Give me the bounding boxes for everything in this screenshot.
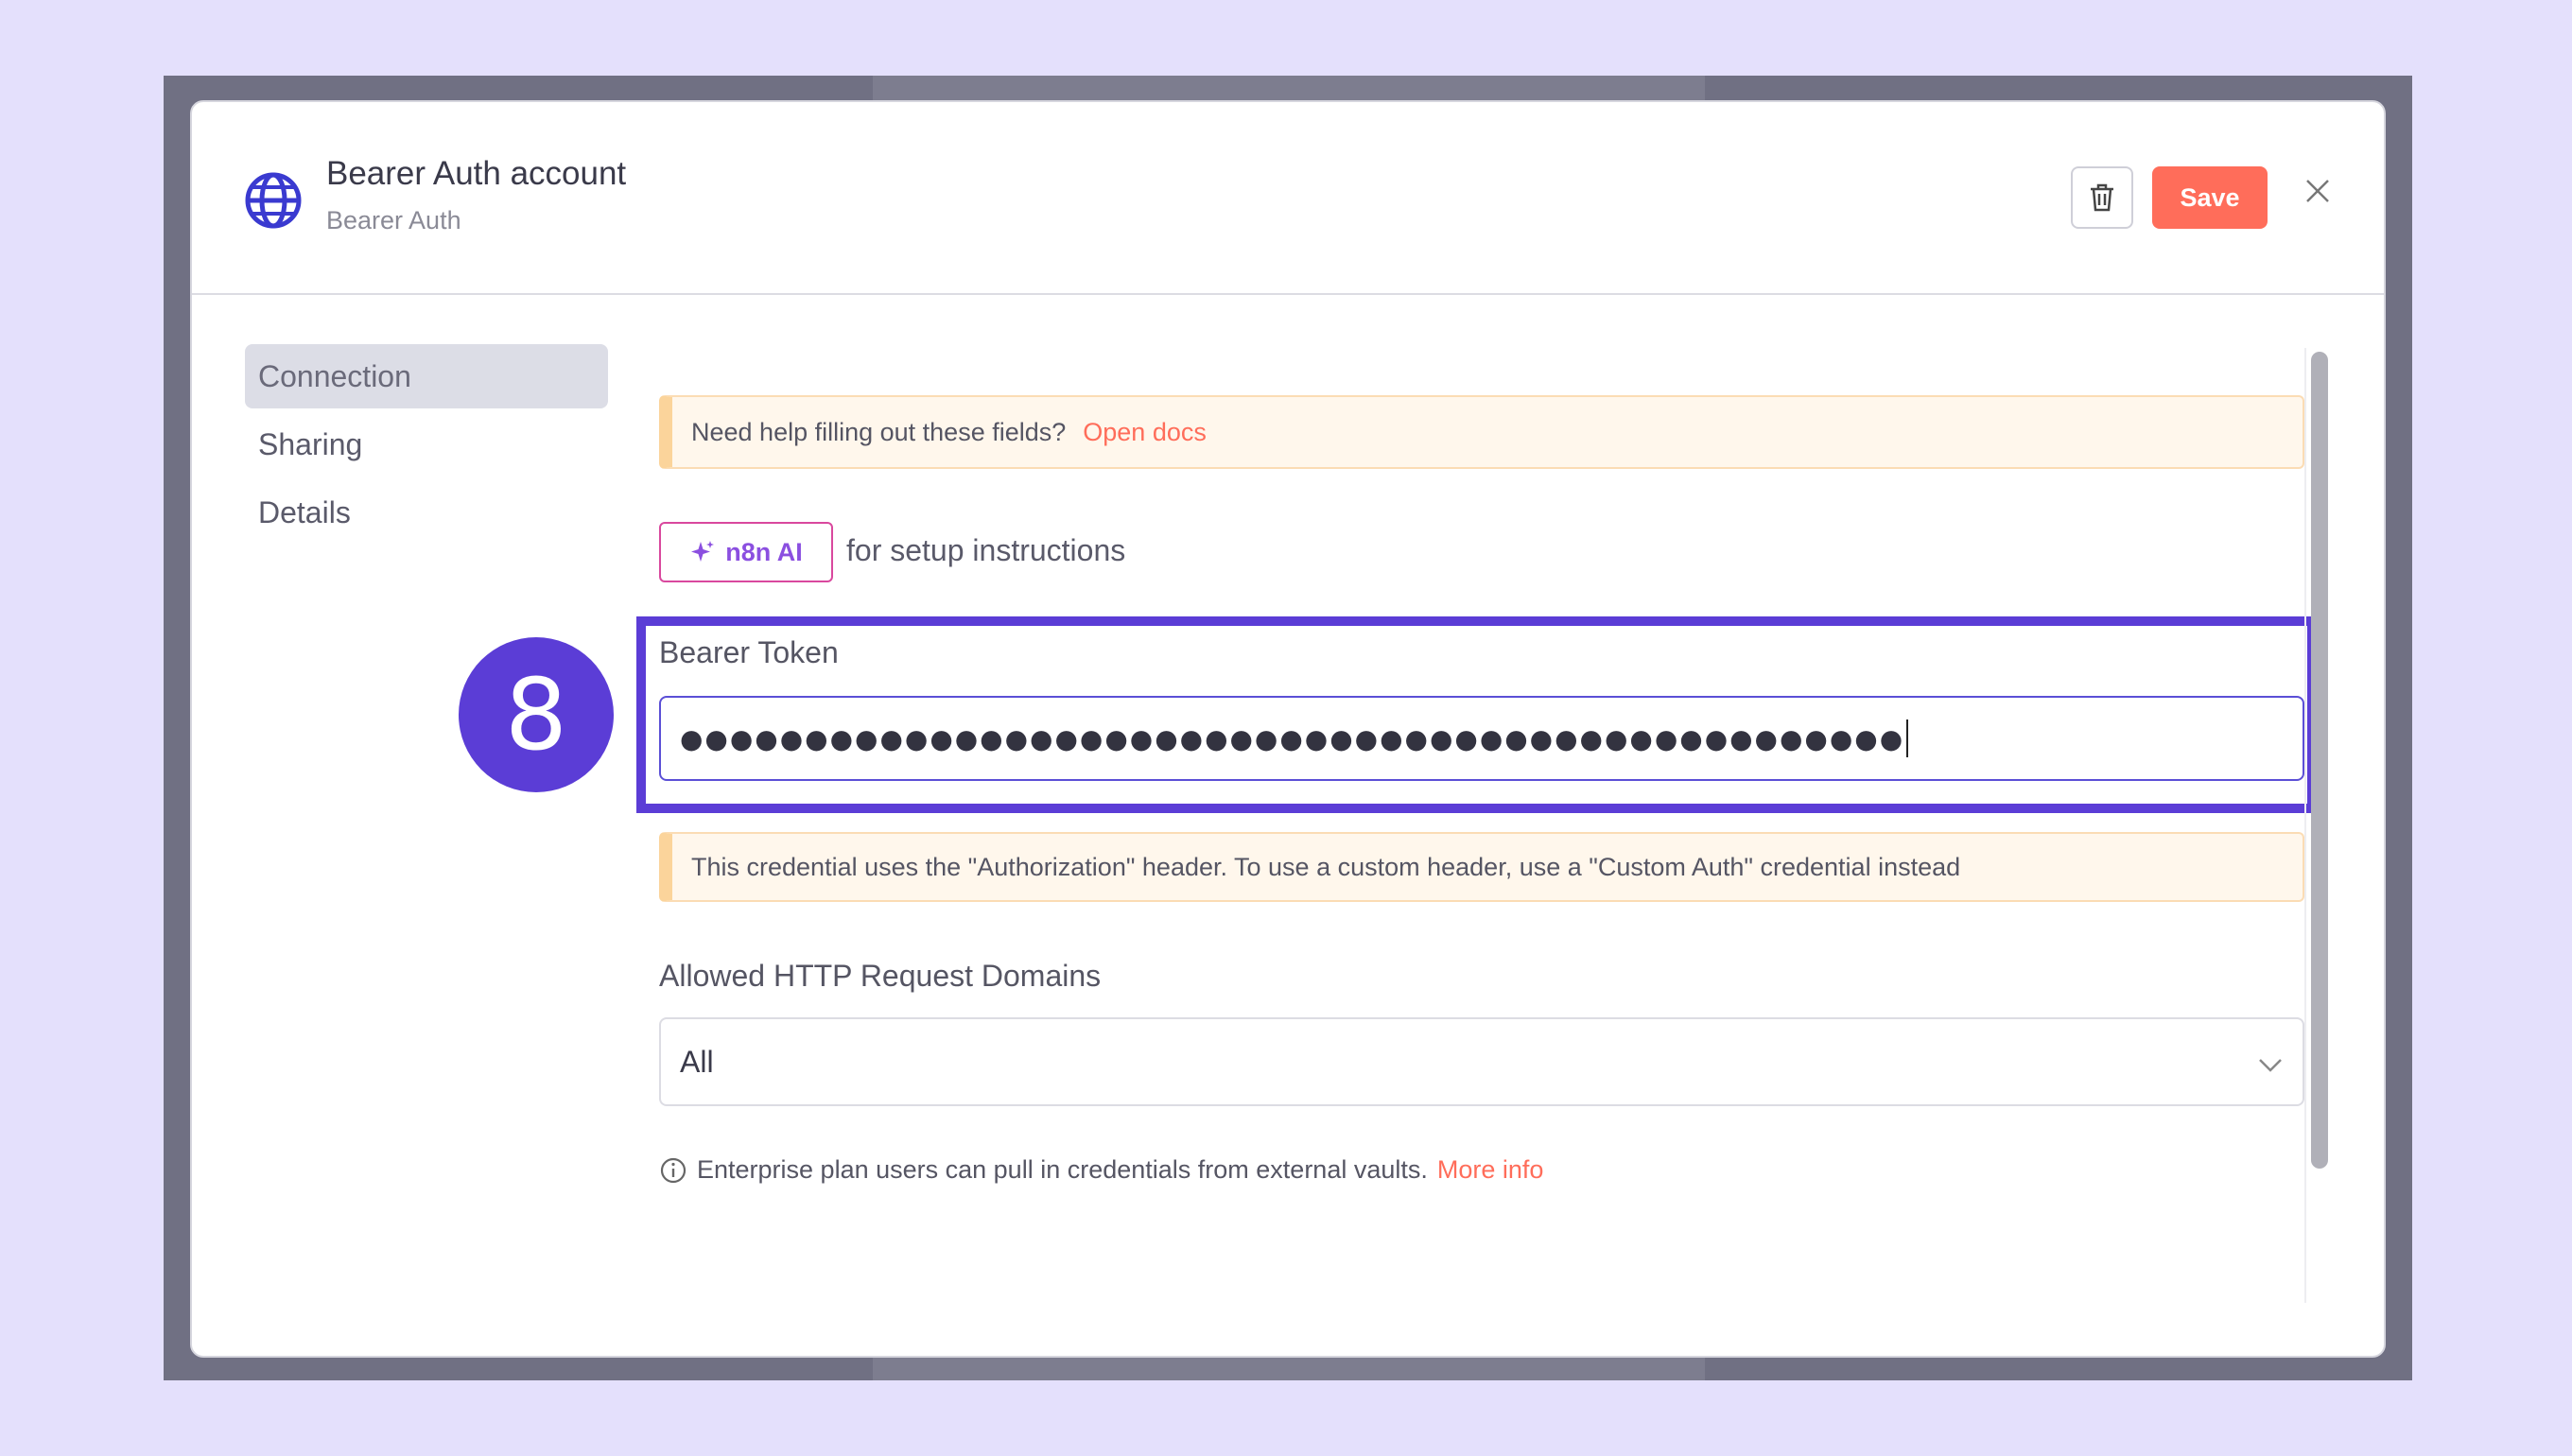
step-badge: 8 (459, 637, 614, 792)
sidebar-item-details[interactable]: Details (245, 480, 608, 545)
delete-button[interactable] (2071, 166, 2133, 229)
chevron-down-icon (2259, 1059, 2282, 1072)
close-button[interactable] (2297, 170, 2338, 212)
sparkle-icon (691, 541, 715, 562)
sidebar-item-sharing[interactable]: Sharing (245, 412, 608, 477)
help-notice: Need help filling out these fields? Open… (659, 395, 2304, 469)
globe-icon (245, 172, 302, 229)
help-notice-text: Need help filling out these fields? (691, 417, 1067, 446)
credential-modal: Bearer Auth account Bearer Auth Save Con… (190, 100, 2386, 1358)
enterprise-info: Enterprise plan users can pull in creden… (659, 1155, 1543, 1185)
modal-header: Bearer Auth account Bearer Auth Save (192, 102, 2384, 295)
header-notice-text: This credential uses the "Authorization"… (691, 852, 1961, 881)
open-docs-link[interactable]: Open docs (1083, 418, 1207, 447)
trash-icon (2091, 183, 2113, 212)
allowed-domains-select[interactable]: All (659, 1017, 2304, 1106)
highlight-box (636, 616, 2317, 813)
n8n-ai-label: n8n AI (725, 537, 803, 566)
scrollbar-thumb[interactable] (2311, 352, 2328, 1169)
modal-title: Bearer Auth account (326, 155, 627, 192)
n8n-ai-button[interactable]: n8n AI (659, 522, 833, 582)
allowed-domains-label: Allowed HTTP Request Domains (659, 959, 1102, 993)
sidebar-item-connection[interactable]: Connection (245, 344, 608, 408)
header-notice: This credential uses the "Authorization"… (659, 832, 2304, 902)
more-info-link[interactable]: More info (1437, 1155, 1544, 1185)
save-button[interactable]: Save (2152, 166, 2268, 229)
allowed-domains-value: All (680, 1044, 714, 1079)
close-icon (2306, 180, 2329, 202)
info-icon (660, 1157, 686, 1183)
ai-hint-text: for setup instructions (846, 533, 1126, 567)
modal-subtitle: Bearer Auth (326, 206, 461, 234)
enterprise-info-text: Enterprise plan users can pull in creden… (697, 1155, 1428, 1184)
